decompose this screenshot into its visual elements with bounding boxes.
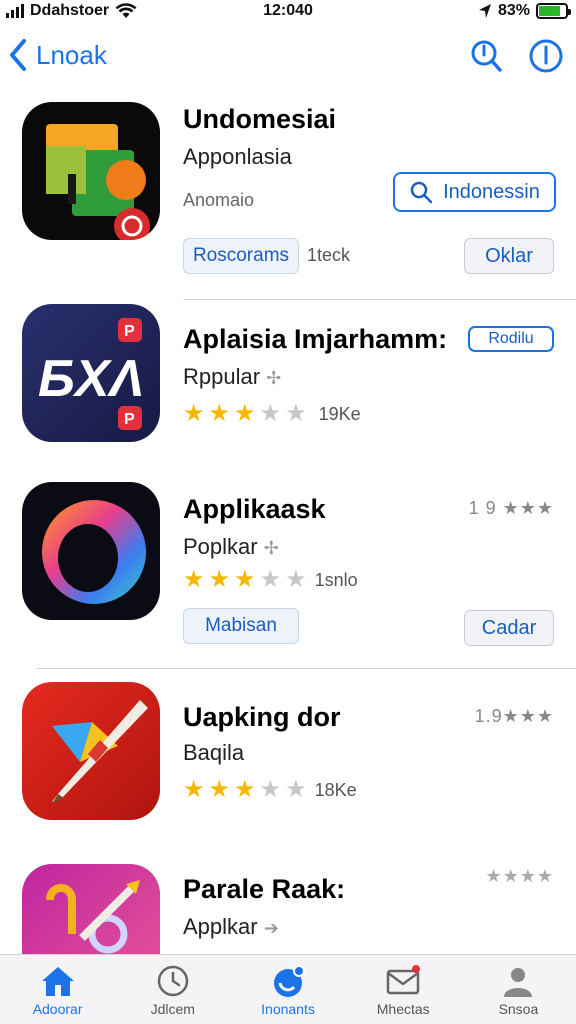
secondary-button-label: Mabisan [205, 615, 277, 636]
mail-icon [386, 965, 421, 995]
back-button[interactable]: Lnoak [8, 38, 107, 72]
pin-icon: ✢ [266, 368, 282, 388]
star-icon: ★ [183, 566, 205, 593]
star-icon: ★ [285, 400, 307, 427]
star-icon: ★ [183, 776, 205, 803]
rating-right: ★★★★ [485, 866, 554, 886]
tab-mail[interactable]: Mhectas [346, 955, 461, 1024]
badge-button[interactable]: Rodilu [468, 326, 554, 352]
secondary-meta: 1teck [307, 245, 351, 265]
status-bar: Ddahstoer 12:040 83% [0, 0, 576, 26]
app-subtitle: Rppular ✢ [183, 364, 281, 390]
app-subtitle: Applkar ➔ [183, 914, 279, 940]
status-right: 83% [478, 2, 571, 20]
app-subtitle: Poplkar ✢ [183, 534, 279, 560]
tab-label: Jdlcem [150, 1001, 195, 1017]
nav-bar: Lnoak [0, 32, 576, 84]
app-icon-brush[interactable] [22, 682, 160, 820]
star-icon: ★ [234, 566, 256, 593]
tab-bar: Adoorar Jdlcem Inonants Mhectas Snsoa [0, 954, 576, 1024]
search-button-label: Indonessin [443, 180, 540, 203]
get-button[interactable]: Cadar [464, 610, 554, 646]
divider [36, 668, 576, 669]
app-row-5[interactable]: Parale Raak: ★★★★ Applkar ➔ [0, 864, 576, 954]
star-rating: ★ ★ ★ ★ ★ 1snlo [183, 568, 358, 592]
nav-actions [468, 38, 564, 74]
tab-label: Snsoa [498, 1001, 539, 1017]
app-row-1[interactable]: Undomesiai Apponlasia Anomaio Indonessin… [0, 102, 576, 300]
get-button-label: Oklar [485, 244, 533, 267]
get-button-label: Cadar [481, 616, 537, 639]
rating-right: 1.9★★★ [474, 706, 554, 726]
svg-text:P: P [124, 323, 135, 340]
get-button[interactable]: Oklar [464, 238, 554, 274]
star-icon: ★ [234, 400, 256, 427]
star-icon: ★ [285, 566, 307, 593]
secondary-button-label: Roscorams [192, 245, 290, 266]
back-label: Lnoak [36, 39, 107, 70]
app-subtitle: Apponlasia [183, 144, 292, 169]
search-icon[interactable] [468, 38, 504, 74]
star-icon: ★ [183, 400, 205, 427]
rating-right: 1 9 ★★★ [468, 498, 554, 518]
star-icon: ★ [208, 566, 231, 593]
star-icon: ★ [208, 400, 231, 427]
app-row-3[interactable]: Applikaask 1 9 ★★★ Poplkar ✢ ★ ★ ★ ★ ★ 1snlo… [0, 482, 576, 672]
info-icon[interactable] [528, 38, 564, 74]
rating-count: 19Ke [318, 403, 361, 424]
secondary-button[interactable]: Roscorams [183, 238, 299, 274]
app-row-2[interactable]: БXΛ P P Aplaisia Imjarhamm: Rodilu Rppul… [0, 304, 576, 474]
svg-text:P: P [124, 411, 135, 428]
rating-count: 1snlo [314, 569, 358, 590]
clock-icon [157, 965, 189, 997]
app-subtitle-text: Applkar [183, 914, 258, 939]
person-icon [504, 968, 533, 997]
tab-label: Mhectas [376, 1001, 430, 1017]
app-row-4[interactable]: Uapking dor 1.9★★★ Baqila ★ ★ ★ ★ ★ 18Ke [0, 682, 576, 852]
star-icon: ★ [208, 776, 231, 803]
app-icon-pencil[interactable] [22, 864, 160, 954]
app-subtitle: Baqila [183, 740, 245, 765]
tab-home[interactable]: Adoorar [0, 955, 115, 1024]
tab-label: Inonants [261, 1001, 315, 1017]
rating-count: 18Ke [314, 779, 357, 800]
tab-label: Adoorar [32, 1001, 83, 1017]
app-subtitle-text: Poplkar [183, 534, 258, 559]
app-icon-bxa[interactable]: БXΛ P P [22, 304, 160, 442]
app-title: Undomesiai [183, 104, 337, 134]
app-title: Aplaisia Imjarhamm: [183, 324, 448, 354]
star-rating: ★ ★ ★ ★ ★ 19Ke [183, 402, 361, 426]
battery-percent: 83% [497, 2, 530, 19]
star-icon: ★ [285, 776, 307, 803]
app-meta: Anomaio [183, 190, 255, 210]
chevron-left-icon [10, 39, 26, 71]
star-icon: ★ [259, 776, 282, 803]
tab-clock[interactable]: Jdlcem [115, 955, 230, 1024]
home-icon [41, 967, 74, 996]
star-icon: ★ [234, 776, 256, 803]
star-icon: ★ [259, 566, 282, 593]
search-icon [410, 181, 433, 204]
tab-updates[interactable]: Inonants [230, 955, 345, 1024]
app-icon-orange-green[interactable] [22, 102, 160, 240]
pin-icon: ➔ [263, 918, 279, 938]
star-rating: ★ ★ ★ ★ ★ 18Ke [183, 778, 357, 802]
indonesia-search-button[interactable]: Indonessin [393, 172, 556, 212]
app-subtitle-text: Rppular [183, 364, 261, 389]
app-title: Applikaask [183, 494, 326, 524]
app-icon-ring[interactable] [22, 482, 160, 620]
star-icon: ★ [259, 400, 282, 427]
badge-button-label: Rodilu [488, 330, 534, 347]
location-arrow-icon [478, 4, 491, 18]
divider [183, 299, 576, 300]
app-title: Parale Raak: [183, 874, 346, 904]
pin-icon: ✢ [263, 538, 279, 558]
tab-profile[interactable]: Snsoa [461, 955, 576, 1024]
svg-text:БXΛ: БXΛ [38, 350, 144, 408]
secondary-button[interactable]: Mabisan [183, 608, 299, 644]
battery-icon [536, 3, 571, 19]
updates-icon [274, 965, 305, 997]
app-title: Uapking dor [183, 702, 341, 732]
